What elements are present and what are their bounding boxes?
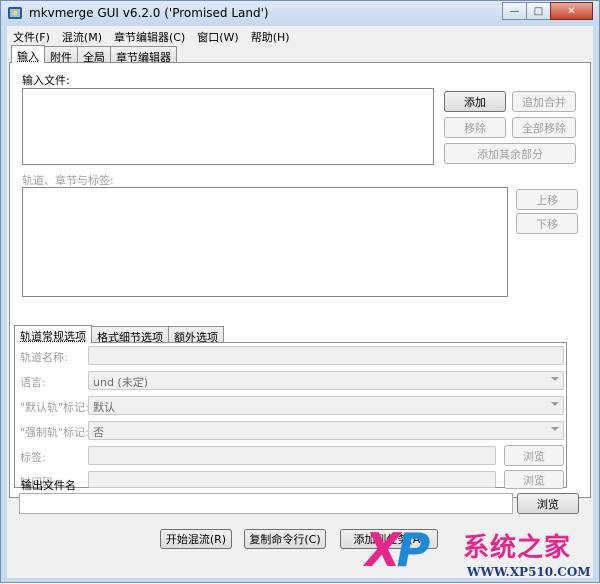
remove-all-button[interactable]: 全部移除 <box>512 117 576 138</box>
main-tab-strip: 输入 附件 全局 章节编辑器 <box>11 45 177 64</box>
tab-chapter-editor[interactable]: 章节编辑器 <box>110 46 177 64</box>
chevron-down-icon <box>551 427 559 431</box>
chevron-down-icon <box>551 402 559 406</box>
input-files-list[interactable] <box>22 88 434 165</box>
language-label: 语言: <box>20 376 46 389</box>
menu-chapter-editor[interactable]: 章节编辑器(C) <box>108 26 191 45</box>
track-name-label: 轨道名称: <box>20 351 68 364</box>
client-area: 文件(F) 混流(M) 章节编辑器(C) 窗口(W) 帮助(H) 输入 附件 全… <box>7 26 593 578</box>
close-button[interactable]: ✕ <box>550 2 593 20</box>
maximize-icon: □ <box>533 5 544 17</box>
menu-muxing[interactable]: 混流(M) <box>56 26 108 45</box>
default-track-select-value: 默认 <box>93 401 115 414</box>
tags-browse-button[interactable]: 浏览 <box>504 445 564 466</box>
default-track-select[interactable]: 默认 <box>88 396 564 415</box>
caption-buttons: — □ ✕ <box>502 2 593 20</box>
forced-track-select-value: 否 <box>93 426 104 439</box>
add-additional-parts-button[interactable]: 添加其余部分 <box>444 143 576 164</box>
tags-input[interactable] <box>88 446 496 465</box>
tags-label: 标签: <box>20 451 46 464</box>
minimize-button[interactable]: — <box>502 2 527 20</box>
start-muxing-button[interactable]: 开始混流(R) <box>160 529 232 549</box>
watermark-logo: XP 系统之家 WWW.XP510.COM <box>363 521 600 584</box>
close-icon: ✕ <box>567 5 576 17</box>
append-button[interactable]: 追加合并 <box>512 91 576 112</box>
watermark-x: X <box>365 523 401 577</box>
timecodes-input[interactable] <box>88 471 496 488</box>
tab-input-label: 输入 <box>17 50 39 63</box>
tab-input[interactable]: 输入 <box>11 45 45 63</box>
tab-format-specific-options[interactable]: 格式细节选项 <box>91 326 169 344</box>
copy-command-line-button[interactable]: 复制命令行(C) <box>244 529 326 549</box>
watermark-p: P <box>396 523 430 577</box>
tracks-label: 轨道、章节与标签: <box>22 174 114 187</box>
tab-attachments[interactable]: 附件 <box>44 46 78 64</box>
track-options-tab-strip: 轨道常规选项 格式细节选项 额外选项 <box>14 325 224 344</box>
main-window: mkvmerge GUI v6.2.0 ('Promised Land') — … <box>0 0 600 583</box>
watermark-cn-text: 系统之家 <box>463 533 572 563</box>
default-track-label: "默认轨"标记: <box>20 401 89 414</box>
input-files-label: 输入文件: <box>22 74 70 87</box>
maximize-button[interactable]: □ <box>526 2 551 20</box>
menu-file[interactable]: 文件(F) <box>7 26 56 45</box>
menu-help[interactable]: 帮助(H) <box>245 26 296 45</box>
forced-track-label: "强制轨"标记: <box>20 426 89 439</box>
track-name-input[interactable] <box>88 346 564 365</box>
chevron-down-icon <box>551 377 559 381</box>
input-tab-page: 输入文件: 添加 追加合并 移除 全部移除 添加其余部分 轨道、章节与标签: 上… <box>9 62 591 498</box>
watermark-url: WWW.XP510.COM <box>467 565 591 579</box>
output-browse-button[interactable]: 浏览 <box>517 493 579 514</box>
forced-track-select[interactable]: 否 <box>88 421 564 440</box>
menu-window[interactable]: 窗口(W) <box>191 26 244 45</box>
output-filename-label: 输出文件名 <box>21 479 76 492</box>
output-filename-input[interactable] <box>19 493 513 514</box>
language-select[interactable]: und (未定) <box>88 371 564 390</box>
tab-general-track-options[interactable]: 轨道常规选项 <box>14 325 92 343</box>
tracks-list[interactable] <box>22 187 508 297</box>
app-icon <box>8 7 22 19</box>
window-title: mkvmerge GUI v6.2.0 ('Promised Land') <box>29 6 269 20</box>
timecodes-browse-button[interactable]: 浏览 <box>504 470 564 489</box>
add-button[interactable]: 添加 <box>444 91 506 112</box>
title-bar[interactable]: mkvmerge GUI v6.2.0 ('Promised Land') — … <box>1 1 599 25</box>
tab-global[interactable]: 全局 <box>77 46 111 64</box>
minimize-icon: — <box>509 5 520 17</box>
move-up-button[interactable]: 上移 <box>516 189 578 210</box>
move-down-button[interactable]: 下移 <box>516 213 578 234</box>
tab-extra-options[interactable]: 额外选项 <box>168 326 224 344</box>
language-select-value: und (未定) <box>93 376 149 389</box>
tab-general-track-options-label: 轨道常规选项 <box>20 330 86 343</box>
watermark-xp: XP <box>365 523 430 577</box>
remove-button[interactable]: 移除 <box>444 117 506 138</box>
menu-bar: 文件(F) 混流(M) 章节编辑器(C) 窗口(W) 帮助(H) <box>7 26 593 45</box>
track-options-page: 轨道名称: 语言: und (未定) "默认轨"标记: 默认 "强制轨"标记: … <box>14 342 567 489</box>
